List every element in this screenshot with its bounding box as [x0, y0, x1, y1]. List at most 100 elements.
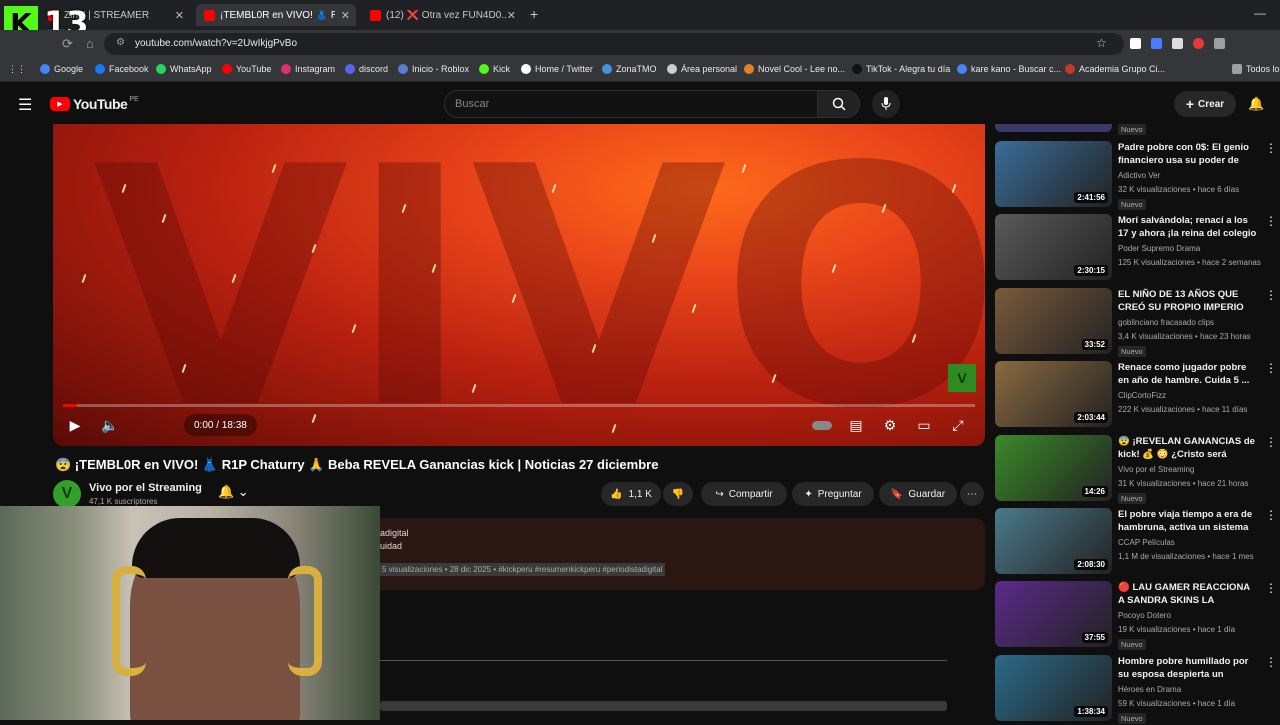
bookmark-item[interactable]: Academia Grupo Ci... — [1065, 64, 1165, 74]
bookmark-item[interactable]: Instagram — [281, 64, 335, 74]
recommended-channel[interactable]: ClipCortoFizz — [1118, 391, 1166, 400]
bookmark-item[interactable]: Novel Cool - Lee no... — [744, 64, 845, 74]
video-thumbnail[interactable]: 2:41:56 — [995, 141, 1112, 207]
play-button[interactable]: ▶ — [62, 412, 88, 438]
bookmark-item[interactable]: Google — [40, 64, 83, 74]
bookmark-item[interactable]: Área personal — [667, 64, 737, 74]
more-options-icon[interactable]: ⋮ — [1265, 508, 1277, 522]
channel-watermark[interactable]: V — [948, 364, 976, 392]
share-button[interactable]: ↪ Compartir — [701, 482, 787, 506]
video-thumbnail[interactable]: 37:55 — [995, 581, 1112, 648]
extensions-puzzle-icon[interactable] — [1214, 38, 1225, 49]
bookmark-item[interactable]: Kick — [479, 64, 510, 74]
bookmark-item[interactable]: ZonaTMO — [602, 64, 657, 74]
search-button[interactable] — [818, 90, 860, 118]
settings-gear-icon[interactable]: ⚙ — [877, 412, 903, 438]
volume-button[interactable]: 🔈 — [97, 412, 123, 438]
close-tab-icon[interactable]: ✕ — [341, 9, 350, 22]
bookmark-item[interactable]: kare kano - Buscar c... — [957, 64, 1061, 74]
recommended-video[interactable]: 2:08:30 El pobre viaja tiempo a era de ha… — [995, 508, 1277, 578]
minimize-icon[interactable]: — — [1254, 6, 1266, 20]
more-options-icon[interactable]: ⋮ — [1265, 141, 1277, 155]
recommended-title[interactable]: El pobre viaja tiempo a era de hambruna,… — [1118, 508, 1258, 534]
theater-mode-icon[interactable]: ▭ — [911, 412, 937, 438]
ask-button[interactable]: ✦ Preguntar — [792, 482, 874, 506]
recommended-channel[interactable]: Poder Supremo Drama — [1118, 244, 1200, 253]
subtitles-icon[interactable]: ▤ — [843, 412, 869, 438]
bookmark-item[interactable]: discord — [345, 64, 388, 74]
autoplay-toggle[interactable] — [809, 412, 835, 438]
recommended-channel[interactable]: goblinciano fracasado clips — [1118, 318, 1214, 327]
bookmark-item[interactable]: Inicio - Roblox — [398, 64, 469, 74]
recommended-title[interactable]: Morí salvándola; renací a los 17 y ahora… — [1118, 214, 1258, 240]
recommended-video[interactable]: 33:52 EL NIÑO DE 13 AÑOS QUE CREÓ SU PROP… — [995, 287, 1277, 358]
close-tab-icon[interactable]: ✕ — [175, 9, 184, 22]
video-player[interactable]: VIVO — [53, 124, 985, 446]
recommended-title[interactable]: Hombre pobre humillado por su esposa des… — [1118, 655, 1258, 681]
all-bookmarks[interactable]: Todos lo — [1232, 64, 1280, 74]
more-options-icon[interactable]: ⋮ — [1265, 435, 1277, 449]
notifications-bell-icon[interactable]: 🔔 — [1248, 96, 1264, 112]
site-info-icon[interactable]: ⚙ — [116, 37, 125, 48]
url-text[interactable]: youtube.com/watch?v=2UwIkjgPvBo — [135, 38, 297, 49]
bookmark-item[interactable]: YouTube — [222, 64, 271, 74]
like-button[interactable]: 👍 1,1 K — [601, 482, 661, 506]
recommended-channel[interactable]: Adictivo Ver — [1118, 171, 1160, 180]
bookmark-item[interactable]: Facebook — [95, 64, 149, 74]
video-thumbnail[interactable]: 1:38:34 — [995, 654, 1112, 721]
apps-icon[interactable]: ⋮⋮ — [8, 64, 26, 75]
channel-name[interactable]: Vivo por el Streaming — [89, 482, 202, 494]
recommended-video[interactable]: 1:38:34 Hombre pobre humillado por su esp… — [995, 654, 1277, 725]
more-options-icon[interactable]: ⋮ — [1265, 214, 1277, 228]
recommended-video[interactable]: 14:26 😨 ¡REVELAN GANANCIAS de kick! 💰 😳 ¿… — [995, 434, 1277, 505]
new-tab-icon[interactable]: + — [530, 6, 538, 22]
more-options-icon[interactable]: ⋮ — [1265, 581, 1277, 595]
bookmark-star-icon[interactable]: ☆ — [1096, 36, 1107, 50]
bookmark-item[interactable]: TikTok - Alegra tu día — [852, 64, 950, 74]
home-icon[interactable]: ⌂ — [86, 36, 94, 51]
recommended-title[interactable]: 😨 ¡REVELAN GANANCIAS de kick! 💰 😳 ¿Crist… — [1118, 435, 1258, 461]
extension-icon[interactable] — [1172, 38, 1183, 49]
extension-icon[interactable] — [1193, 38, 1204, 49]
video-thumbnail[interactable] — [995, 124, 1112, 132]
subscribed-bell-icon[interactable]: 🔔 ⌄ — [218, 484, 249, 500]
video-thumbnail[interactable]: 2:08:30 — [995, 508, 1112, 574]
recommended-title[interactable]: Padre pobre con 0$: El genio financiero … — [1118, 141, 1258, 167]
more-options-icon[interactable]: ⋮ — [1265, 655, 1277, 669]
fullscreen-icon[interactable]: ⤢ — [945, 412, 971, 438]
video-thumbnail[interactable]: 14:26 — [995, 434, 1112, 501]
voice-search-button[interactable] — [872, 90, 900, 118]
channel-avatar[interactable]: V — [53, 480, 81, 508]
browser-tab-active[interactable]: ¡TEMBL0R en VIVO! 👗 R1P ✕ — [196, 4, 356, 26]
reload-icon[interactable]: ⟳ — [62, 36, 73, 52]
recommended-channel[interactable]: CCAP Películas — [1118, 538, 1175, 547]
browser-tab[interactable]: (12) ❌ Otra vez FUN4D0... ✕ — [362, 4, 522, 26]
recommended-video[interactable]: 37:55 🔴 LAU GAMER REACCIONA A SANDRA SKIN… — [995, 581, 1277, 651]
progress-bar[interactable] — [63, 404, 975, 407]
video-thumbnail[interactable]: 2:30:15 — [995, 214, 1112, 281]
menu-icon[interactable]: ☰ — [18, 95, 32, 115]
search-input[interactable]: Buscar — [444, 90, 818, 118]
recommended-title[interactable]: 🔴 LAU GAMER REACCIONA A SANDRA SKINS LA … — [1118, 581, 1258, 607]
more-actions-icon[interactable]: ⋯ — [960, 482, 984, 506]
extension-icon[interactable] — [1151, 38, 1162, 49]
save-button[interactable]: 🔖 Guardar — [879, 482, 957, 506]
recommended-channel[interactable]: Héroes en Drama — [1118, 685, 1181, 694]
extension-icon[interactable] — [1130, 38, 1141, 49]
recommended-channel[interactable]: Vivo por el Streaming — [1118, 465, 1194, 474]
close-tab-icon[interactable]: ✕ — [507, 9, 516, 22]
more-options-icon[interactable]: ⋮ — [1265, 288, 1277, 302]
recommended-title[interactable]: Renace como jugador pobre en año de hamb… — [1118, 361, 1258, 387]
dislike-button[interactable]: 👎 — [663, 482, 693, 506]
bookmark-item[interactable]: WhatsApp — [156, 64, 212, 74]
youtube-logo[interactable]: ▶ YouTube PE — [50, 96, 139, 112]
bookmark-item[interactable]: Home / Twitter — [521, 64, 593, 74]
video-thumbnail[interactable]: 33:52 — [995, 287, 1112, 354]
video-thumbnail[interactable]: 2:03:44 — [995, 361, 1112, 428]
more-options-icon[interactable]: ⋮ — [1265, 361, 1277, 375]
recommended-title[interactable]: EL NIÑO DE 13 AÑOS QUE CREÓ SU PROPIO IM… — [1118, 288, 1258, 314]
recommended-video[interactable]: 2:03:44 Renace como jugador pobre en año … — [995, 361, 1277, 431]
create-button[interactable]: + Crear — [1174, 91, 1236, 117]
recommended-channel[interactable]: Pocoyo Dotero — [1118, 611, 1171, 620]
recommended-video[interactable]: 2:30:15 Morí salvándola; renací a los 17 … — [995, 214, 1277, 284]
